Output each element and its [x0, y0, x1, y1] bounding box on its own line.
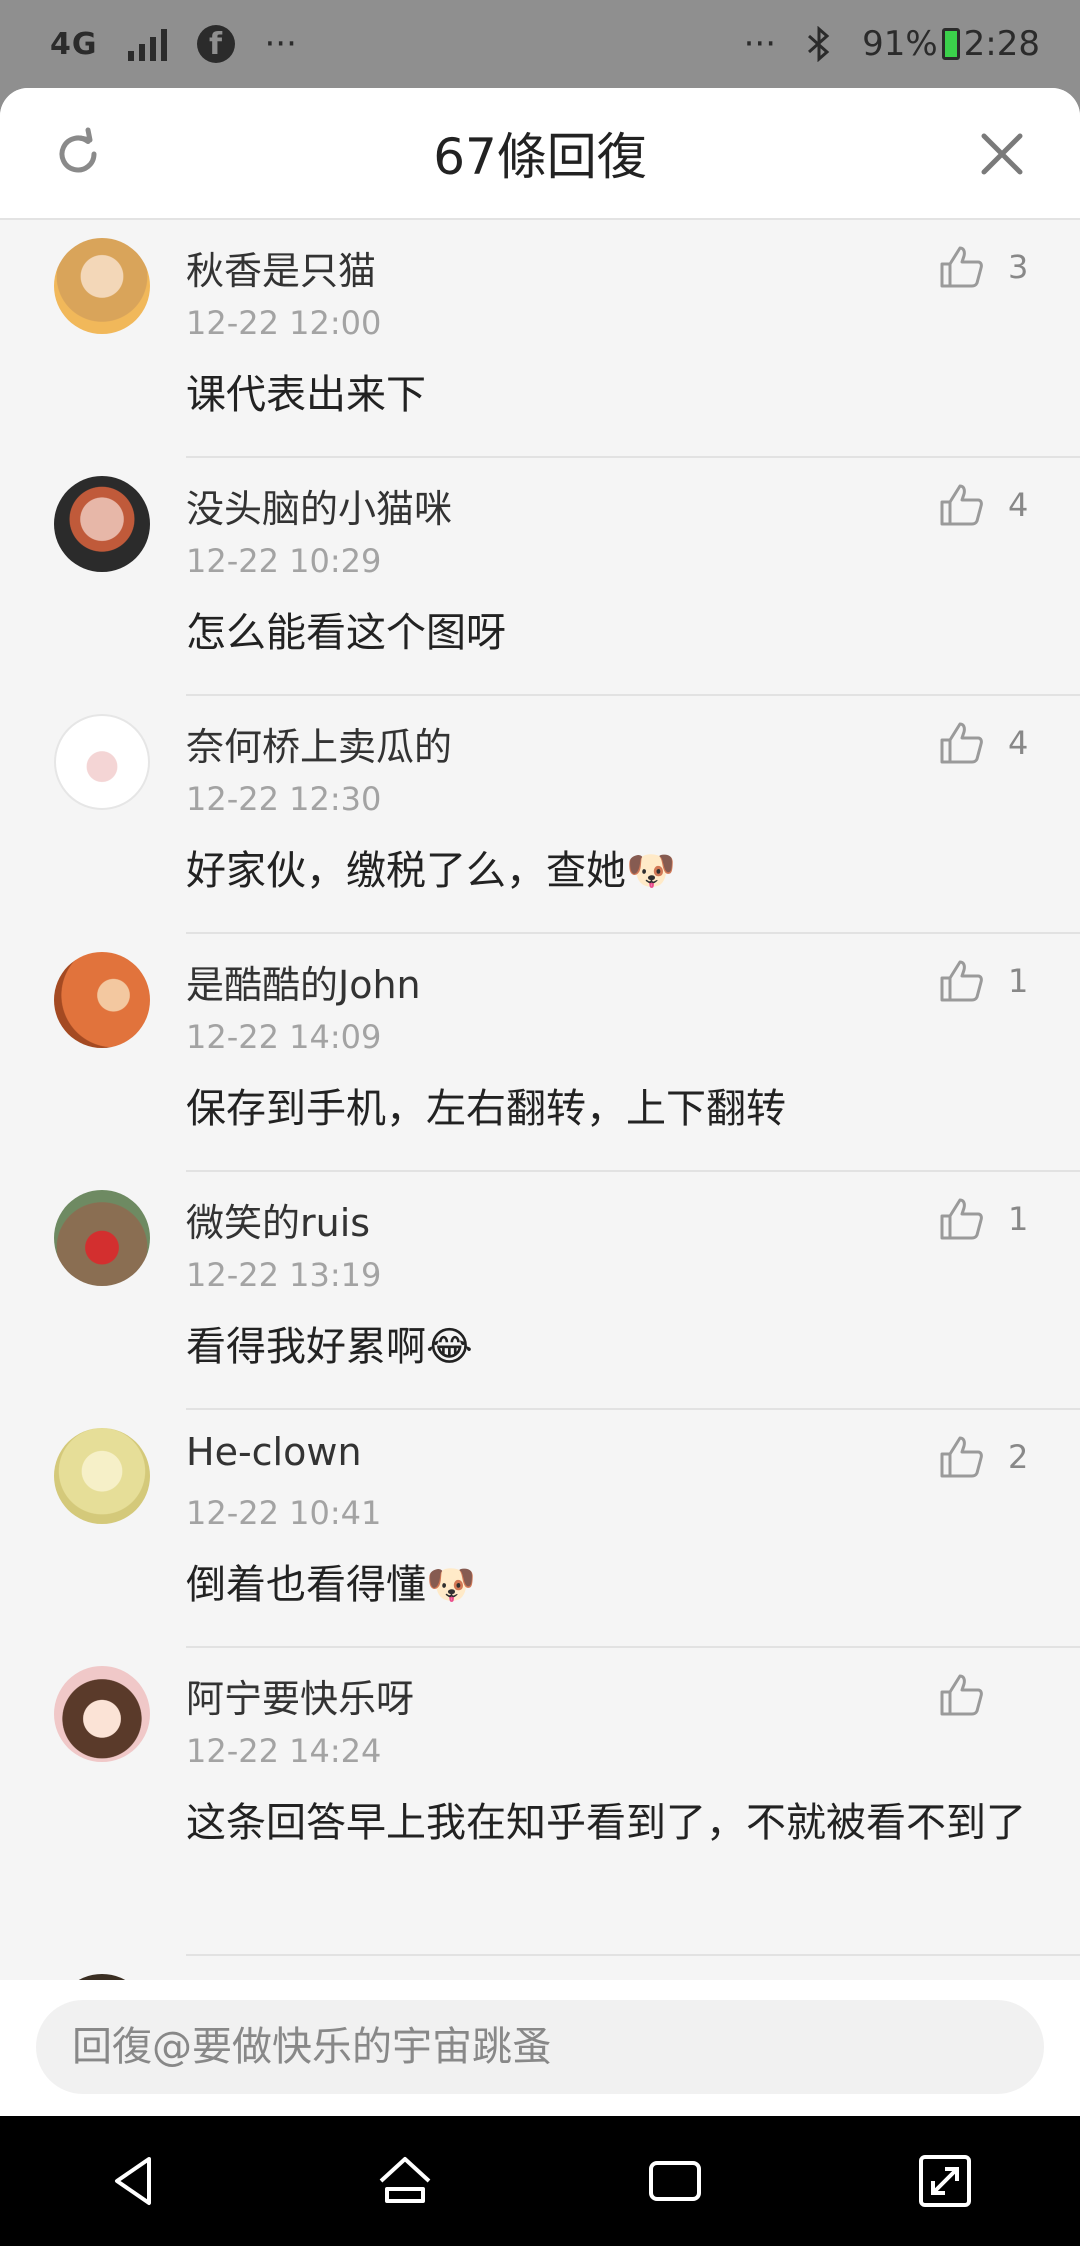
- comment-time: 12-22 14:24: [186, 1732, 382, 1770]
- more-notifications: ···: [264, 24, 297, 64]
- comment-author[interactable]: 奈何桥上卖瓜的: [186, 716, 452, 771]
- bluetooth-icon: [808, 26, 830, 62]
- like-count: 4: [1008, 486, 1029, 524]
- comment-text: 课代表出来下: [186, 372, 426, 418]
- battery-icon: [941, 28, 960, 60]
- like-button[interactable]: 1: [936, 956, 1032, 1006]
- like-count: 3: [1008, 248, 1029, 286]
- comment-author[interactable]: 微笑的ruis: [186, 1192, 370, 1247]
- thumbs-up-icon: [940, 1674, 983, 1716]
- comment-text: 这条回答早上我在知乎看到了，不就被看不到了: [186, 1800, 1026, 1846]
- avatar[interactable]: [54, 1428, 150, 1524]
- comment-author[interactable]: 秋香是只猫: [186, 240, 376, 295]
- facebook-icon: f: [196, 25, 235, 63]
- expand-icon[interactable]: [913, 2149, 977, 2213]
- comment-time: 12-22 10:29: [186, 542, 382, 580]
- sheet-title: 67條回復: [433, 128, 647, 186]
- thumbs-up-icon: [940, 246, 983, 288]
- avatar[interactable]: [54, 238, 150, 334]
- back-icon[interactable]: [103, 2149, 167, 2213]
- refresh-icon[interactable]: [50, 126, 106, 182]
- like-button[interactable]: 2: [936, 1432, 1032, 1482]
- thumbs-up-icon: [940, 960, 983, 1002]
- comment-author[interactable]: 是酷酷的John: [186, 954, 421, 1009]
- reply-input[interactable]: [36, 2000, 1044, 2094]
- more-status: ···: [743, 24, 777, 64]
- comment-text: 怎么能看这个图呀: [186, 610, 506, 656]
- reply-bar: [0, 1980, 1080, 2116]
- close-icon[interactable]: [974, 126, 1030, 182]
- home-icon[interactable]: [373, 2149, 437, 2213]
- like-count: 1: [1008, 962, 1029, 1000]
- comment-item: 秋香是只猫 12-22 12:00 课代表出来下 3: [0, 220, 1080, 458]
- comment-item: 是酷酷的John 12-22 14:09 保存到手机，左右翻转，上下翻转 1: [0, 934, 1080, 1172]
- avatar[interactable]: [54, 1666, 150, 1762]
- like-count: 4: [1008, 724, 1029, 762]
- comment-text: 看得我好累啊😂: [186, 1324, 473, 1370]
- navigation-bar: [0, 2116, 1080, 2246]
- network-type: 4G: [50, 26, 98, 62]
- like-count: 1: [1008, 1200, 1029, 1238]
- avatar[interactable]: [54, 1190, 150, 1286]
- recents-icon[interactable]: [643, 2149, 707, 2213]
- avatar[interactable]: [54, 952, 150, 1048]
- status-bar-right: ··· 91% 2:28: [744, 24, 1040, 64]
- comment-text: 倒着也看得懂🐶: [186, 1562, 476, 1608]
- sheet-header: 67條回復: [0, 88, 1080, 220]
- thumbs-up-icon: [940, 1436, 983, 1478]
- like-button[interactable]: [936, 1670, 1032, 1720]
- battery-percent: 91%: [862, 24, 938, 64]
- comment-time: 12-22 14:09: [186, 1018, 382, 1056]
- comment-time: 12-22 12:30: [186, 780, 382, 818]
- comment-item: He-clown 12-22 10:41 倒着也看得懂🐶 2: [0, 1410, 1080, 1648]
- status-bar-left: 4G f ···: [50, 24, 297, 64]
- thumbs-up-icon: [940, 1198, 983, 1240]
- like-button[interactable]: 4: [936, 718, 1032, 768]
- comment-text: 保存到手机，左右翻转，上下翻转: [186, 1086, 786, 1132]
- avatar[interactable]: [54, 476, 150, 572]
- comment-time: 12-22 10:41: [186, 1494, 382, 1532]
- signal-icon: [127, 27, 167, 61]
- comment-item-partial: [0, 1956, 1080, 1980]
- avatar[interactable]: [54, 714, 150, 810]
- like-button[interactable]: 4: [936, 480, 1032, 530]
- status-bar: 4G f ··· ··· 91% 2:28: [0, 0, 1080, 88]
- clock: 2:28: [963, 24, 1040, 64]
- thumbs-up-icon: [940, 484, 983, 526]
- thumbs-up-icon: [940, 722, 983, 764]
- comment-item: 阿宁要快乐呀 12-22 14:24 这条回答早上我在知乎看到了，不就被看不到了: [0, 1648, 1080, 1956]
- comment-author[interactable]: He-clown: [186, 1430, 362, 1474]
- comment-list[interactable]: 秋香是只猫 12-22 12:00 课代表出来下 3 没头脑的小猫咪 12-22…: [0, 220, 1080, 1980]
- like-button[interactable]: 1: [936, 1194, 1032, 1244]
- comment-item: 没头脑的小猫咪 12-22 10:29 怎么能看这个图呀 4: [0, 458, 1080, 696]
- comment-author[interactable]: 阿宁要快乐呀: [186, 1668, 414, 1723]
- comment-item: 微笑的ruis 12-22 13:19 看得我好累啊😂 1: [0, 1172, 1080, 1410]
- comments-sheet: 67條回復 秋香是只猫 12-22 12:00 课代表出来下 3 没头脑的小猫咪…: [0, 88, 1080, 2116]
- comment-time: 12-22 13:19: [186, 1256, 382, 1294]
- comment-time: 12-22 12:00: [186, 304, 382, 342]
- comment-text: 好家伙，缴税了么，查她🐶: [186, 848, 676, 894]
- like-count: 2: [1008, 1438, 1029, 1476]
- like-button[interactable]: 3: [936, 242, 1032, 292]
- comment-item: 奈何桥上卖瓜的 12-22 12:30 好家伙，缴税了么，查她🐶 4: [0, 696, 1080, 934]
- comment-author[interactable]: 没头脑的小猫咪: [186, 478, 452, 533]
